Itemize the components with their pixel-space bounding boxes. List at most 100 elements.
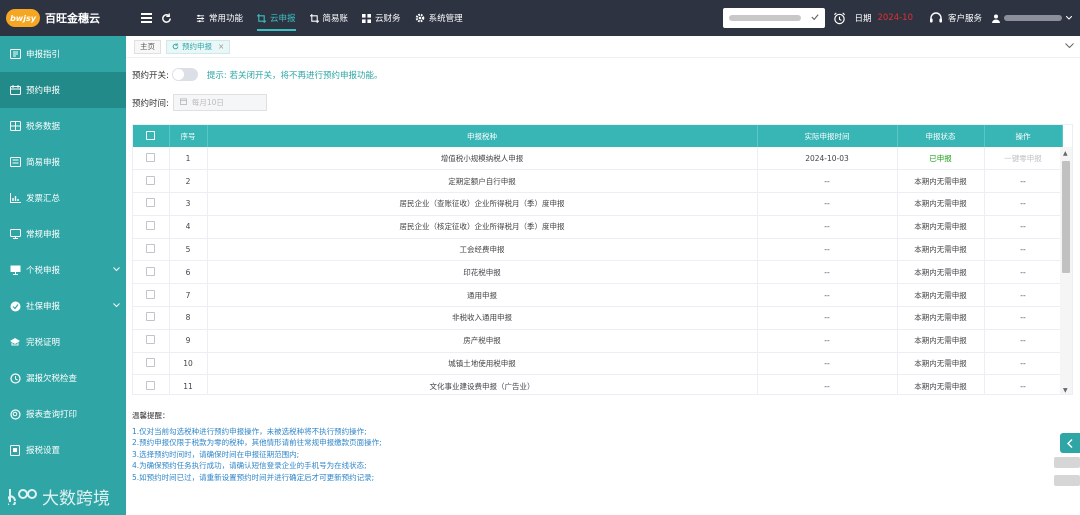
cell-declare-time: -- — [757, 374, 898, 394]
row-checkbox[interactable] — [146, 380, 156, 390]
sidebar-item-tax-settings[interactable]: 报税设置 — [0, 432, 126, 468]
company-selector[interactable] — [723, 8, 826, 28]
cell-seq: 7 — [169, 283, 208, 308]
row-checkbox[interactable] — [146, 221, 156, 231]
table-row[interactable]: 11 文化事业建设费申报（广告业） -- 本期内无需申报 -- — [133, 374, 1063, 394]
table-row[interactable]: 3 居民企业（查账征收）企业所得税月（季）度申报 -- 本期内无需申报 -- — [133, 192, 1063, 216]
table-row[interactable]: 6 印花税申报 -- 本期内无需申报 -- — [133, 260, 1063, 285]
scroll-down-icon[interactable]: ▼ — [1063, 387, 1068, 394]
appointment-toggle[interactable] — [171, 68, 198, 81]
cell-operation: -- — [984, 215, 1063, 239]
sidebar-item-declare-guide[interactable]: 申报指引 — [0, 36, 126, 72]
certificate-icon — [9, 336, 21, 348]
select-all-checkbox[interactable] — [146, 130, 156, 140]
cell-declare-time: 2024-10-03 — [757, 147, 898, 171]
side-panel-toggle[interactable] — [1060, 433, 1080, 453]
calendar-icon — [179, 98, 187, 107]
tab-appointment-declare[interactable]: 预约申报 × — [166, 39, 231, 54]
row-checkbox[interactable] — [146, 152, 156, 162]
sidebar-item-report-print[interactable]: 报表查询打印 — [0, 396, 126, 432]
cell-tax-type: 增值税小规模纳税人申报 — [207, 147, 758, 171]
appointment-time-picker[interactable]: 每月10日 — [172, 94, 267, 111]
cell-declare-time: -- — [757, 215, 898, 239]
tab-home[interactable]: 主页 — [134, 39, 161, 54]
cell-status: 本期内无需申报 — [897, 283, 985, 308]
chevron-down-icon[interactable] — [1065, 42, 1074, 51]
row-checkbox[interactable] — [146, 335, 156, 345]
nav-label: 云申报 — [270, 14, 296, 24]
float-tool-button[interactable] — [1054, 457, 1080, 468]
table-scrollbar[interactable]: ▲ ▼ — [1060, 147, 1072, 394]
customer-service[interactable]: 客户服务 — [929, 11, 982, 25]
nav-common-functions[interactable]: 常用功能 — [189, 0, 250, 36]
cell-seq: 9 — [169, 329, 208, 353]
cell-status: 本期内无需申报 — [897, 329, 985, 353]
sidebar-item-label: 报税设置 — [26, 446, 61, 456]
float-tool-button[interactable] — [1054, 475, 1080, 486]
nav-cloud-declare[interactable]: 云申报 — [250, 0, 303, 36]
scroll-up-icon[interactable]: ▲ — [1063, 150, 1068, 157]
declare-table: 序号 申报税种 实际申报时间 申报状态 操作 1 增值税小规模纳税人申报 2024-… — [132, 124, 1073, 395]
row-checkbox-cell — [133, 238, 170, 262]
cell-seq: 5 — [169, 238, 208, 262]
row-checkbox[interactable] — [146, 244, 156, 254]
sidebar-item-simple-declare[interactable]: 简易申报 — [0, 144, 126, 180]
sidebar-item-personal-tax[interactable]: 个税申报 — [0, 252, 126, 288]
table-row[interactable]: 9 房产税申报 -- 本期内无需申报 -- — [133, 329, 1063, 353]
sidebar-item-regular-declare[interactable]: 常规申报 — [0, 216, 126, 252]
nav-system-management[interactable]: 系统管理 — [408, 0, 470, 36]
refresh-icon[interactable] — [159, 11, 173, 25]
row-checkbox[interactable] — [146, 175, 156, 185]
close-icon[interactable]: × — [218, 42, 224, 51]
nav-simple-account[interactable]: 简易账 — [303, 0, 356, 36]
row-checkbox-cell — [133, 329, 170, 353]
menu-icon[interactable] — [139, 11, 153, 25]
gear-icon — [415, 13, 425, 23]
sidebar-item-social-security[interactable]: 社保申报 — [0, 288, 126, 324]
row-checkbox[interactable] — [146, 198, 156, 208]
sidebar-item-label: 报表查询打印 — [26, 410, 78, 420]
switch-hint: 提示: 若关闭开关，将不再进行预约申报功能。 — [206, 70, 383, 81]
desktop-icon — [9, 264, 21, 276]
cell-declare-time: -- — [757, 192, 898, 216]
row-checkbox[interactable] — [146, 289, 156, 299]
cell-operation[interactable]: 一键零申报 — [984, 147, 1063, 171]
row-checkbox[interactable] — [146, 358, 156, 368]
table-row[interactable]: 4 居民企业（核定征收）企业所得税月（季）度申报 -- 本期内无需申报 -- — [133, 215, 1063, 239]
sidebar-item-tax-data[interactable]: 税务数据 — [0, 108, 126, 144]
row-checkbox[interactable] — [146, 312, 156, 322]
row-checkbox-cell — [133, 215, 170, 239]
table-row[interactable]: 8 非税收入通用申报 -- 本期内无需申报 -- — [133, 306, 1063, 330]
app-name: 百旺金穗云 — [45, 12, 100, 25]
scrollbar-thumb[interactable] — [1062, 161, 1070, 273]
table-row[interactable]: 10 城镇土地使用税申报 -- 本期内无需申报 -- — [133, 352, 1063, 376]
sidebar-item-tax-certificate[interactable]: 完税证明 — [0, 324, 126, 360]
logo[interactable]: bwjsy 百旺金穗云 — [0, 0, 126, 36]
user-menu[interactable] — [992, 14, 1072, 23]
tab-label: 主页 — [140, 42, 155, 51]
sidebar-item-invoice-summary[interactable]: 发票汇总 — [0, 180, 126, 216]
table-row[interactable]: 2 定期定额户自行申报 -- 本期内无需申报 -- — [133, 169, 1063, 194]
tools-icon — [196, 14, 205, 23]
cell-seq: 2 — [169, 169, 208, 194]
cell-tax-type: 房产税申报 — [207, 329, 758, 353]
date-value[interactable]: 2024-10 — [877, 13, 913, 23]
cell-seq: 10 — [169, 352, 208, 376]
monitor-icon — [9, 228, 21, 240]
notes-line: 3.选择预约时间时，请确保时间在申报征期范围内; — [132, 449, 300, 459]
switch-row: 预约开关: 提示: 若关闭开关，将不再进行预约申报功能。 — [132, 68, 382, 81]
cell-operation: -- — [984, 329, 1063, 353]
guide-icon — [9, 48, 21, 60]
sidebar-item-appointment-declare[interactable]: 预约申报 — [0, 72, 126, 108]
tab-bar: 主页 预约申报 × — [126, 36, 1080, 58]
watermark-text: 大数跨境 — [42, 489, 110, 509]
shield-icon — [9, 300, 21, 312]
sidebar-item-arrears-check[interactable]: 漏报欠税检查 — [0, 360, 126, 396]
table-row[interactable]: 1 增值税小规模纳税人申报 2024-10-03 已申报 一键零申报 — [133, 147, 1063, 171]
nav-cloud-finance[interactable]: 云财务 — [355, 0, 408, 36]
row-checkbox[interactable] — [146, 266, 156, 276]
table-row[interactable]: 5 工会经费申报 -- 本期内无需申报 -- — [133, 238, 1063, 262]
tab-label: 预约申报 — [182, 42, 212, 51]
cell-tax-type: 文化事业建设费申报（广告业） — [207, 374, 758, 394]
table-row[interactable]: 7 通用申报 -- 本期内无需申报 -- — [133, 283, 1063, 308]
